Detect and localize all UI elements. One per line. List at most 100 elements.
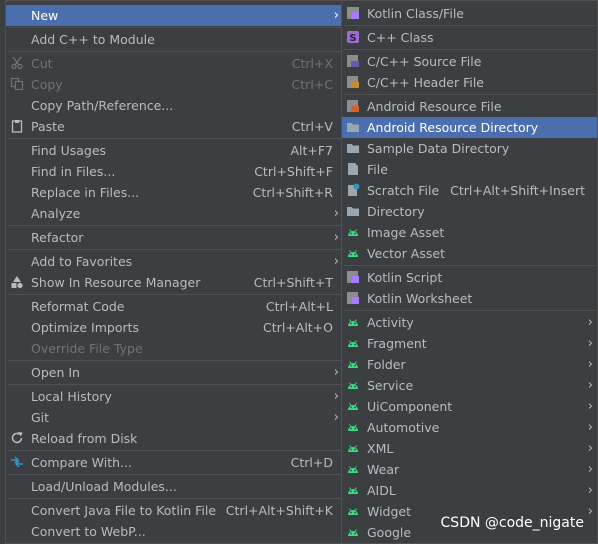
- menu-item-add-cpp[interactable]: Add C++ to Module: [6, 29, 343, 50]
- android-icon: [346, 225, 360, 239]
- menu-item-file[interactable]: File: [342, 159, 597, 180]
- chevron-right-icon: ›: [587, 483, 593, 498]
- android-icon: [346, 525, 360, 539]
- menu-item-git[interactable]: Git ›: [6, 407, 343, 428]
- folder-icon: [346, 120, 360, 134]
- chevron-right-icon: ›: [587, 357, 593, 372]
- menu-item-aidl[interactable]: AIDL ›: [342, 480, 597, 501]
- separator: [8, 498, 341, 499]
- menu-item-open-in[interactable]: Open In ›: [6, 362, 343, 383]
- compare-arrows-icon: [10, 455, 24, 469]
- menu-item-vector-asset[interactable]: Vector Asset: [342, 243, 597, 264]
- menu-item-paste[interactable]: Paste Ctrl+V: [6, 116, 343, 137]
- separator: [344, 94, 595, 95]
- separator: [344, 49, 595, 50]
- svg-text:S: S: [349, 33, 356, 44]
- menu-item-android-resource-file[interactable]: Android Resource File: [342, 96, 597, 117]
- separator: [8, 249, 341, 250]
- chevron-right-icon: ›: [587, 441, 593, 456]
- reload-icon: [10, 431, 24, 445]
- menu-item-load-unload-modules[interactable]: Load/Unload Modules...: [6, 476, 343, 497]
- menu-item-activity[interactable]: Activity ›: [342, 312, 597, 333]
- separator: [8, 225, 341, 226]
- menu-item-wear[interactable]: Wear ›: [342, 459, 597, 480]
- menu-item-copy[interactable]: Copy Ctrl+C: [6, 74, 343, 95]
- menu-item-kotlin-worksheet[interactable]: Kotlin Worksheet: [342, 288, 597, 309]
- menu-item-replace-in-files[interactable]: Replace in Files... Ctrl+Shift+R: [6, 182, 343, 203]
- menu-item-kotlin-class[interactable]: Kotlin Class/File: [342, 3, 597, 24]
- menu-item-override-file-type[interactable]: Override File Type: [6, 338, 343, 359]
- separator: [344, 310, 595, 311]
- menu-item-uicomponent[interactable]: UiComponent ›: [342, 396, 597, 417]
- separator: [8, 138, 341, 139]
- menu-item-copy-path[interactable]: Copy Path/Reference...: [6, 95, 343, 116]
- menu-item-find-in-files[interactable]: Find in Files... Ctrl+Shift+F: [6, 161, 343, 182]
- menu-item-refactor[interactable]: Refactor ›: [6, 227, 343, 248]
- copy-icon: [10, 77, 24, 91]
- android-icon: [346, 246, 360, 260]
- menu-item-reformat-code[interactable]: Reformat Code Ctrl+Alt+L: [6, 296, 343, 317]
- chevron-right-icon: ›: [587, 420, 593, 435]
- new-submenu: Kotlin Class/File S C++ Class C/C++ Sour…: [341, 0, 598, 544]
- menu-item-service[interactable]: Service ›: [342, 375, 597, 396]
- separator: [344, 265, 595, 266]
- menu-item-cpp-source[interactable]: C/C++ Source File: [342, 51, 597, 72]
- separator: [344, 25, 595, 26]
- menu-item-directory[interactable]: Directory: [342, 201, 597, 222]
- menu-item-kotlin-script[interactable]: Kotlin Script: [342, 267, 597, 288]
- cpp-class-icon: S: [346, 30, 360, 44]
- separator: [8, 450, 341, 451]
- chevron-right-icon: ›: [333, 8, 339, 23]
- menu-item-convert-webp[interactable]: Convert to WebP...: [6, 521, 343, 542]
- android-icon: [346, 357, 360, 371]
- chevron-right-icon: ›: [333, 365, 339, 380]
- chevron-right-icon: ›: [587, 336, 593, 351]
- menu-item-add-favorites[interactable]: Add to Favorites ›: [6, 251, 343, 272]
- kotlin-worksheet-icon: [346, 291, 360, 305]
- cpp-source-icon: [346, 54, 360, 68]
- menu-item-fragment[interactable]: Fragment ›: [342, 333, 597, 354]
- menu-item-cut[interactable]: Cut Ctrl+X: [6, 53, 343, 74]
- separator: [8, 294, 341, 295]
- menu-item-new[interactable]: New ›: [6, 5, 343, 26]
- separator: [8, 51, 341, 52]
- chevron-right-icon: ›: [333, 389, 339, 404]
- menu-item-compare-with[interactable]: Compare With... Ctrl+D: [6, 452, 343, 473]
- separator: [8, 474, 341, 475]
- watermark: CSDN @code_nigate: [440, 515, 584, 531]
- folder-icon: [346, 204, 360, 218]
- chevron-right-icon: ›: [333, 410, 339, 425]
- menu-item-scratch-file[interactable]: Scratch File Ctrl+Alt+Shift+Insert: [342, 180, 597, 201]
- menu-item-reload-from-disk[interactable]: Reload from Disk: [6, 428, 343, 449]
- kotlin-file-icon: [346, 6, 360, 20]
- folder-icon: [346, 141, 360, 155]
- menu-item-image-asset[interactable]: Image Asset: [342, 222, 597, 243]
- menu-item-automotive[interactable]: Automotive ›: [342, 417, 597, 438]
- android-icon: [346, 336, 360, 350]
- chevron-right-icon: ›: [587, 315, 593, 330]
- separator: [8, 360, 341, 361]
- clipboard-icon: [10, 119, 24, 133]
- chevron-right-icon: ›: [587, 504, 593, 519]
- resource-file-icon: [346, 99, 360, 113]
- menu-item-xml[interactable]: XML ›: [342, 438, 597, 459]
- chevron-right-icon: ›: [333, 206, 339, 221]
- android-icon: [346, 504, 360, 518]
- project-context-menu: New › Add C++ to Module Cut Ctrl+X Copy …: [5, 0, 344, 544]
- chevron-right-icon: ›: [333, 230, 339, 245]
- menu-item-local-history[interactable]: Local History ›: [6, 386, 343, 407]
- menu-item-folder[interactable]: Folder ›: [342, 354, 597, 375]
- menu-item-cpp-class[interactable]: S C++ Class: [342, 27, 597, 48]
- menu-item-analyze[interactable]: Analyze ›: [6, 203, 343, 224]
- menu-item-sample-data-directory[interactable]: Sample Data Directory: [342, 138, 597, 159]
- resource-manager-icon: [10, 275, 24, 289]
- menu-item-convert-java-kotlin[interactable]: Convert Java File to Kotlin File Ctrl+Al…: [6, 500, 343, 521]
- menu-item-optimize-imports[interactable]: Optimize Imports Ctrl+Alt+O: [6, 317, 343, 338]
- android-icon: [346, 378, 360, 392]
- menu-item-find-usages[interactable]: Find Usages Alt+F7: [6, 140, 343, 161]
- chevron-right-icon: ›: [587, 378, 593, 393]
- menu-item-android-resource-directory[interactable]: Android Resource Directory: [342, 117, 597, 138]
- android-icon: [346, 420, 360, 434]
- menu-item-show-resource-manager[interactable]: Show In Resource Manager Ctrl+Shift+T: [6, 272, 343, 293]
- menu-item-cpp-header[interactable]: C/C++ Header File: [342, 72, 597, 93]
